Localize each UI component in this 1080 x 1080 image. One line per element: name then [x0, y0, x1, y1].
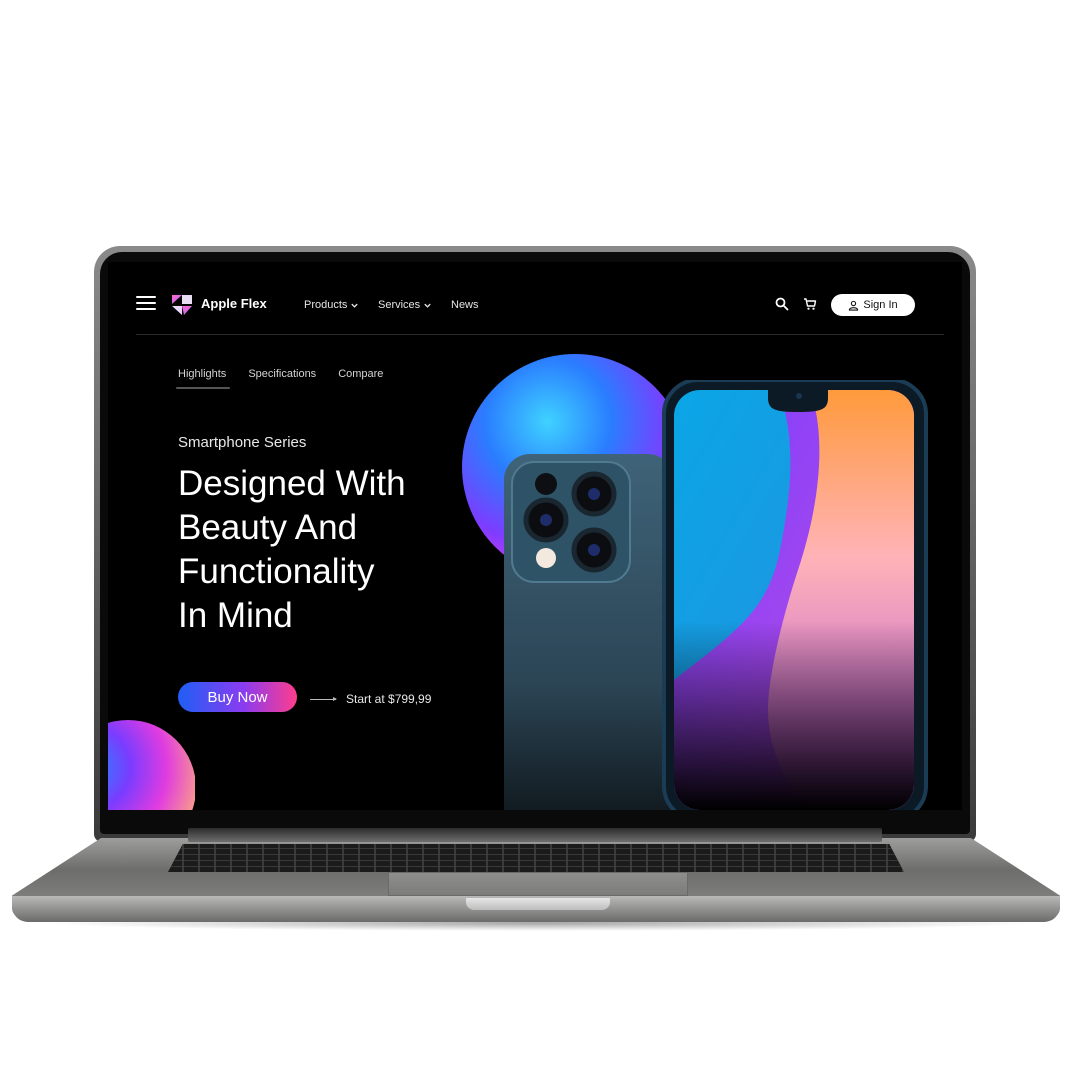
smartphone-product-image: [504, 380, 928, 810]
buy-now-button[interactable]: Buy Now: [178, 682, 297, 712]
user-icon: [849, 300, 859, 311]
headline-line: Beauty And: [178, 508, 358, 547]
decorative-orb-small: [108, 720, 195, 810]
brand-name[interactable]: Apple Flex: [201, 296, 267, 311]
headline-line: Functionality: [178, 552, 375, 591]
nav-item-products[interactable]: Products: [304, 299, 359, 311]
tab-highlights[interactable]: Highlights: [178, 368, 226, 380]
cart-icon[interactable]: [803, 297, 817, 311]
laptop-hinge: [188, 828, 882, 842]
arrow-line-icon: [310, 697, 337, 701]
search-icon[interactable]: [775, 297, 789, 311]
nav-item-label: News: [451, 299, 479, 311]
laptop-opening-notch: [466, 898, 610, 910]
hero-headline: Designed With Beauty And Functionality I…: [178, 462, 468, 638]
chevron-down-icon: [351, 303, 359, 308]
nav-divider: [136, 334, 944, 335]
laptop-screen: Apple Flex Products Services News Sign I…: [108, 262, 962, 810]
headline-line: Designed With: [178, 464, 406, 503]
keyboard-rows: [168, 844, 904, 872]
logo-icon: [172, 295, 192, 315]
starting-price: Start at $799,99: [346, 692, 432, 706]
tab-specifications[interactable]: Specifications: [248, 368, 316, 380]
laptop-trackpad: [388, 872, 688, 896]
nav-item-services[interactable]: Services: [378, 299, 432, 311]
tab-compare[interactable]: Compare: [338, 368, 383, 380]
menu-icon[interactable]: [136, 296, 156, 310]
section-tabs: Highlights Specifications Compare: [178, 368, 383, 380]
hero-eyebrow: Smartphone Series: [178, 434, 307, 451]
nav-item-news[interactable]: News: [451, 299, 479, 311]
sign-in-button[interactable]: Sign In: [831, 294, 915, 316]
nav-item-label: Products: [304, 299, 348, 311]
top-navigation: Apple Flex Products Services News Sign I…: [108, 262, 962, 334]
chevron-down-icon: [424, 303, 431, 308]
headline-line: In Mind: [178, 596, 293, 635]
nav-item-label: Services: [378, 299, 421, 311]
active-tab-indicator: [176, 387, 230, 389]
sign-in-label: Sign In: [863, 299, 898, 311]
